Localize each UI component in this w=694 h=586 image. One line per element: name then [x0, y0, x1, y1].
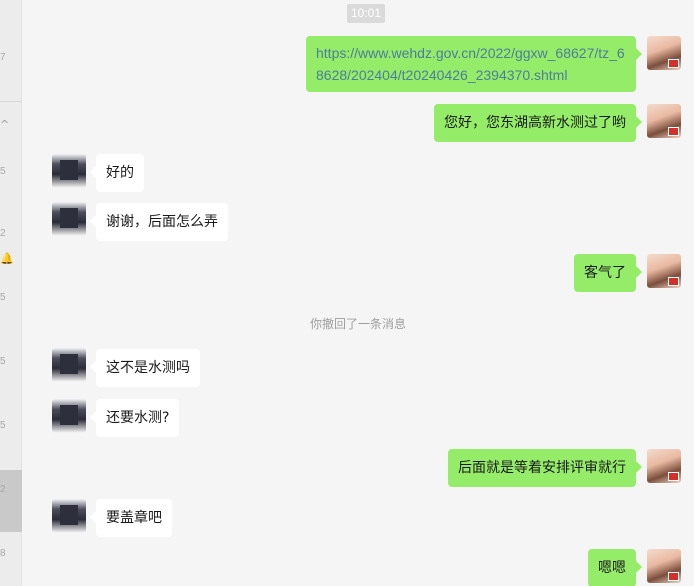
bell-muted-icon: 🔔	[0, 252, 14, 265]
avatar-contact[interactable]	[52, 202, 86, 236]
avatar-self[interactable]	[647, 549, 681, 583]
message-bubble-received[interactable]: 要盖章吧	[90, 499, 172, 537]
list-fragment: 5	[0, 356, 6, 367]
timestamp-badge: 10:01	[347, 4, 386, 23]
list-fragment: 5	[0, 420, 6, 431]
list-fragment: 2	[0, 228, 6, 239]
list-fragment: 5	[0, 292, 6, 303]
conversation-list-edge[interactable]: 7 ^ 5 2 🔔 5 5 5 2 8	[0, 0, 22, 586]
chevron-up-icon[interactable]: ^	[0, 118, 9, 131]
message-bubble-sent[interactable]: 客气了	[574, 254, 642, 292]
avatar-contact[interactable]	[52, 154, 86, 188]
avatar-self[interactable]	[647, 104, 681, 138]
message-bubble-received[interactable]: 好的	[90, 154, 144, 192]
avatar-self[interactable]	[647, 254, 681, 288]
selected-conversation[interactable]	[0, 470, 22, 532]
link-text[interactable]: https://www.wehdz.gov.cn/2022/ggxw_68627…	[316, 45, 625, 83]
chat-message-area[interactable]: 10:01 https://www.wehdz.gov.cn/2022/ggxw…	[22, 0, 694, 586]
divider	[0, 101, 22, 102]
list-fragment: 5	[0, 166, 6, 177]
avatar-contact[interactable]	[52, 499, 86, 533]
avatar-contact[interactable]	[52, 348, 86, 382]
message-bubble-link[interactable]: https://www.wehdz.gov.cn/2022/ggxw_68627…	[306, 36, 642, 92]
message-bubble-received[interactable]: 这不是水测吗	[90, 349, 200, 387]
message-bubble-sent[interactable]: 后面就是等着安排评审就行	[448, 449, 642, 487]
message-bubble-received[interactable]: 还要水测?	[89, 399, 180, 437]
avatar-self[interactable]	[647, 449, 681, 483]
recalled-message-notice: 你撤回了一条消息	[309, 317, 406, 331]
message-bubble-sent[interactable]: 您好，您东湖高新水测过了哟	[434, 104, 642, 142]
avatar-contact[interactable]	[52, 399, 86, 433]
message-bubble-sent[interactable]: 嗯嗯	[588, 549, 642, 586]
avatar-self[interactable]	[647, 36, 681, 70]
list-fragment: 2	[0, 484, 6, 495]
list-fragment: 7	[0, 52, 6, 63]
message-bubble-received[interactable]: 谢谢，后面怎么弄	[90, 203, 228, 241]
list-fragment: 8	[0, 548, 6, 559]
